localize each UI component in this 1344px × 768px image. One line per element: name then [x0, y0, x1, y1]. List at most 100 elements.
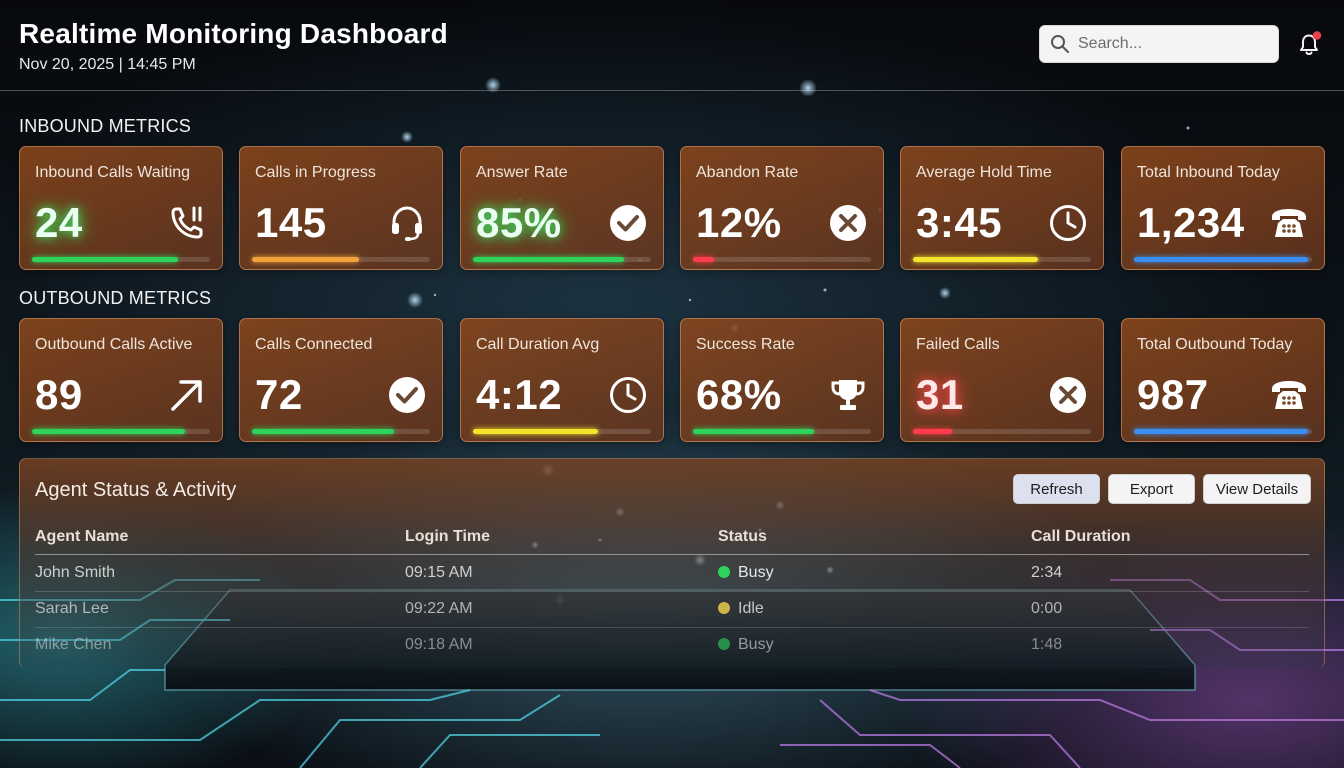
refresh-button[interactable]: Refresh [1013, 474, 1100, 504]
progress-bar [1134, 429, 1312, 434]
agent-status-panel: Agent Status & Activity Refresh Export V… [19, 458, 1325, 668]
metric-label: Failed Calls [916, 336, 1000, 353]
progress-bar-fill [473, 257, 625, 262]
column-header-status[interactable]: Status [718, 528, 767, 546]
metric-value: 987 [1137, 371, 1209, 418]
metric-value: 24 [35, 199, 83, 246]
progress-bar-fill [913, 429, 953, 434]
progress-bar [32, 429, 210, 434]
metric-card-failed-calls[interactable]: Failed Calls 31 [900, 318, 1104, 442]
metric-card-total-outbound-today[interactable]: Total Outbound Today 987 [1121, 318, 1325, 442]
inbound-section-label: INBOUND METRICS [19, 116, 192, 136]
progress-bar-fill [32, 257, 178, 262]
top-header: Realtime Monitoring Dashboard Nov 20, 20… [0, 0, 1344, 91]
metric-value: 1,234 [1137, 199, 1245, 246]
notification-dot [1312, 31, 1322, 40]
check-circle-icon [387, 375, 427, 415]
progress-bar [252, 257, 430, 262]
arrow-up-right-icon [167, 375, 207, 415]
progress-bar-fill [1134, 257, 1309, 262]
status-dot-icon [718, 638, 730, 650]
metric-card-calls-in-progress[interactable]: Calls in Progress 145 [239, 146, 443, 270]
telephone-icon [1269, 203, 1309, 243]
progress-bar-fill [1134, 429, 1309, 434]
row-divider [35, 591, 1309, 592]
metric-card-success-rate[interactable]: Success Rate 68% [680, 318, 884, 442]
metric-card-total-inbound-today[interactable]: Total Inbound Today 1,234 [1121, 146, 1325, 270]
progress-bar [913, 257, 1091, 262]
metric-value: 31 [916, 371, 964, 418]
metric-card-calls-connected[interactable]: Calls Connected 72 [239, 318, 443, 442]
metric-label: Success Rate [696, 336, 795, 353]
clock-icon [608, 375, 648, 415]
progress-bar [252, 429, 430, 434]
progress-bar [1134, 257, 1312, 262]
column-header-agent-name[interactable]: Agent Name [35, 528, 128, 546]
x-circle-icon [828, 203, 868, 243]
progress-bar [913, 429, 1091, 434]
cell-agent-name: Sarah Lee [35, 600, 109, 617]
cell-login-time: 09:18 AM [405, 636, 473, 653]
progress-bar [32, 257, 210, 262]
progress-bar [693, 429, 871, 434]
metric-label: Abandon Rate [696, 164, 799, 181]
status-dot-icon [718, 566, 730, 578]
metric-value: 68% [696, 371, 782, 418]
cell-login-time: 09:22 AM [405, 600, 473, 617]
cell-status: Idle [718, 600, 764, 618]
progress-bar-fill [473, 429, 598, 434]
search-box[interactable] [1039, 25, 1279, 63]
metric-value: 3:45 [916, 199, 1003, 246]
cell-agent-name: John Smith [35, 564, 116, 581]
metric-card-average-hold-time[interactable]: Average Hold Time 3:45 [900, 146, 1104, 270]
metric-card-inbound-calls-waiting[interactable]: Inbound Calls Waiting 24 [19, 146, 223, 270]
search-input[interactable] [1078, 35, 1258, 53]
metric-value: 12% [696, 199, 782, 246]
export-button[interactable]: Export [1108, 474, 1195, 504]
clock-icon [1048, 203, 1088, 243]
headset-icon [387, 203, 427, 243]
table-header-divider [35, 554, 1309, 555]
check-circle-icon [608, 203, 648, 243]
progress-bar-fill [252, 257, 359, 262]
cell-call-duration: 0:00 [1031, 600, 1063, 617]
date-time: Nov 20, 2025 | 14:45 PM [19, 56, 196, 73]
column-header-login-time[interactable]: Login Time [405, 528, 490, 546]
metric-label: Call Duration Avg [476, 336, 600, 353]
metric-card-answer-rate[interactable]: Answer Rate 85% [460, 146, 664, 270]
progress-bar [473, 429, 651, 434]
status-text: Busy [738, 564, 774, 581]
metric-card-abandon-rate[interactable]: Abandon Rate 12% [680, 146, 884, 270]
column-header-call-duration[interactable]: Call Duration [1031, 528, 1131, 546]
metric-label: Total Outbound Today [1137, 336, 1293, 353]
page-title: Realtime Monitoring Dashboard [19, 18, 448, 49]
metric-value: 4:12 [476, 371, 563, 418]
metric-label: Inbound Calls Waiting [35, 164, 191, 181]
cell-call-duration: 1:48 [1031, 636, 1063, 653]
metric-label: Outbound Calls Active [35, 336, 193, 353]
metric-card-call-duration-avg[interactable]: Call Duration Avg 4:12 [460, 318, 664, 442]
bell-icon[interactable] [1295, 30, 1323, 58]
progress-bar [473, 257, 651, 262]
progress-bar-fill [913, 257, 1038, 262]
progress-bar [693, 257, 871, 262]
progress-bar-fill [32, 429, 186, 434]
search-icon [1051, 35, 1069, 53]
cell-status: Busy [718, 564, 774, 582]
phone-waiting-icon [167, 203, 207, 243]
panel-title: Agent Status & Activity [35, 479, 237, 501]
cell-login-time: 09:15 AM [405, 564, 473, 581]
row-divider [35, 627, 1309, 628]
progress-bar-fill [693, 257, 715, 262]
metric-value: 85% [476, 199, 562, 246]
trophy-icon [828, 375, 868, 415]
progress-bar-fill [693, 429, 815, 434]
metric-label: Calls in Progress [255, 164, 376, 181]
metric-card-outbound-calls-active[interactable]: Outbound Calls Active 89 [19, 318, 223, 442]
cell-status: Busy [718, 636, 774, 654]
metric-label: Total Inbound Today [1137, 164, 1280, 181]
metric-label: Average Hold Time [916, 164, 1052, 181]
metric-value: 72 [255, 371, 303, 418]
view-details-button[interactable]: View Details [1203, 474, 1311, 504]
progress-bar-fill [252, 429, 395, 434]
